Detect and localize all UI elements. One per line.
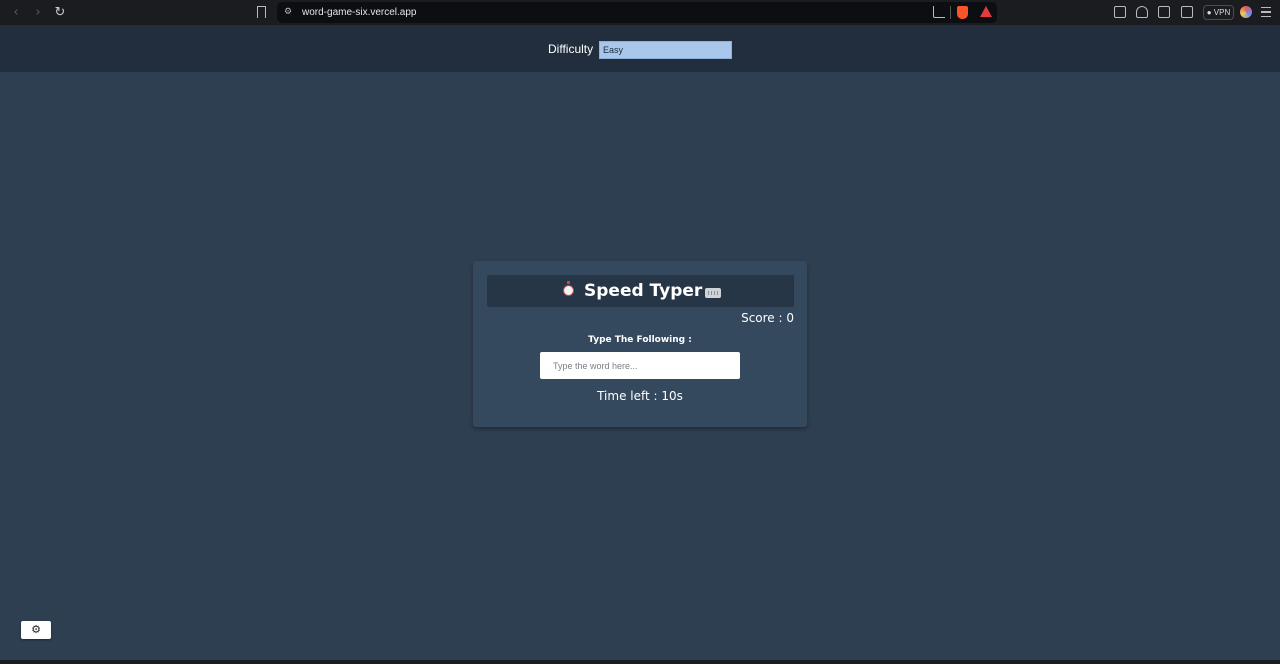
- game-card: Speed Typer Score : 0 Type The Following…: [473, 261, 807, 427]
- keyboard-icon: [705, 288, 721, 298]
- forward-icon[interactable]: ›: [29, 0, 47, 25]
- score-display: Score : 0: [741, 311, 794, 325]
- difficulty-select[interactable]: Easy: [599, 41, 732, 59]
- brave-rewards-icon[interactable]: [980, 6, 992, 17]
- address-bar[interactable]: ⚙ word-game-six.vercel.app: [277, 2, 997, 23]
- reload-icon[interactable]: ↻: [51, 0, 69, 25]
- stopwatch-icon: [563, 281, 574, 296]
- bottom-edge: [0, 660, 1280, 664]
- site-settings-icon[interactable]: ⚙: [284, 7, 295, 18]
- browser-toolbar: ‹ › ↻ ⚙ word-game-six.vercel.app ● VPN: [0, 0, 1280, 25]
- profile-avatar[interactable]: [1240, 6, 1252, 18]
- extensions-icon[interactable]: [1114, 6, 1126, 18]
- share-icon[interactable]: [933, 6, 945, 18]
- bookmark-icon[interactable]: [257, 6, 266, 18]
- wallet-icon[interactable]: [1181, 6, 1193, 18]
- settings-button[interactable]: ⚙: [21, 621, 51, 639]
- time-left-display: Time left : 10s: [597, 389, 683, 403]
- vpn-button[interactable]: ● VPN: [1203, 5, 1234, 20]
- title-bar: Speed Typer: [487, 275, 794, 307]
- vpn-label: VPN: [1213, 8, 1231, 17]
- gear-icon: ⚙: [31, 624, 41, 636]
- sidebar-icon[interactable]: [1158, 6, 1170, 18]
- back-icon[interactable]: ‹: [7, 0, 25, 25]
- game-title: Speed Typer: [584, 281, 703, 301]
- prompt-label: Type The Following :: [588, 335, 692, 345]
- brave-shields-icon[interactable]: [957, 6, 968, 19]
- menu-icon[interactable]: [1261, 7, 1271, 17]
- url-text[interactable]: word-game-six.vercel.app: [302, 5, 417, 20]
- media-icon[interactable]: [1136, 6, 1148, 18]
- word-input[interactable]: [540, 352, 740, 379]
- app-header: Difficulty Easy: [0, 25, 1280, 72]
- divider: [950, 6, 951, 19]
- difficulty-label: Difficulty: [548, 42, 594, 56]
